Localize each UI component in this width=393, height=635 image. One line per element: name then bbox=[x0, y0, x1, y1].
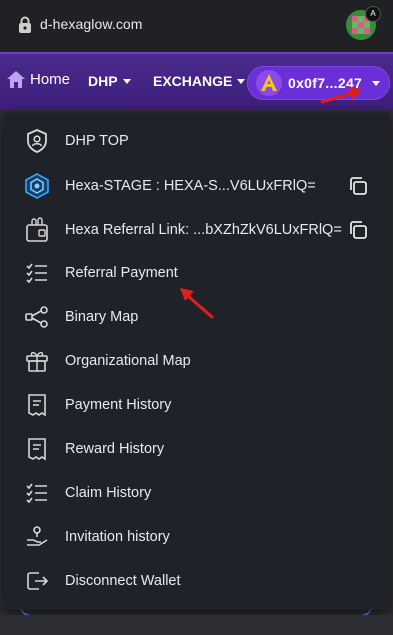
browser-address-bar: d-hexaglow.com A bbox=[0, 0, 393, 52]
menu-item-label: DHP TOP bbox=[65, 133, 129, 149]
share-nodes-icon bbox=[24, 304, 50, 330]
hexagon-stage-icon bbox=[24, 173, 50, 199]
checklist-icon bbox=[24, 260, 50, 286]
copy-icon[interactable] bbox=[347, 219, 369, 241]
menu-item-organizational-map[interactable]: Organizational Map bbox=[4, 341, 390, 381]
menu-item-disconnect-wallet[interactable]: Disconnect Wallet bbox=[4, 561, 390, 601]
hand-coin-icon bbox=[24, 524, 50, 550]
menu-item-label: Organizational Map bbox=[65, 353, 191, 369]
chevron-down-icon bbox=[372, 80, 381, 86]
nav-exchange-dropdown[interactable]: EXCHANGE bbox=[153, 73, 246, 89]
annotation-arrow-icon bbox=[180, 288, 214, 319]
menu-item-payment-history[interactable]: Payment History bbox=[4, 385, 390, 425]
avatar-badge: A bbox=[365, 6, 381, 22]
nav-home-label: Home bbox=[30, 71, 71, 88]
referral-link-icon bbox=[24, 217, 50, 243]
page-background-strip bbox=[0, 615, 393, 635]
nav-dhp-label: DHP bbox=[88, 73, 118, 89]
avatar[interactable]: A bbox=[346, 6, 381, 40]
menu-item-label: Invitation history bbox=[65, 529, 170, 545]
logout-icon bbox=[24, 568, 50, 594]
menu-item-reward-history[interactable]: Reward History bbox=[4, 429, 390, 469]
menu-item-label: Hexa-STAGE : HEXA-S...V6LUxFRlQ= bbox=[65, 178, 316, 194]
gift-box-icon bbox=[24, 348, 50, 374]
menu-item-referral-link[interactable]: Hexa Referral Link: ...bXZhZkV6LUxFRlQ= bbox=[4, 210, 390, 250]
menu-item-label: Disconnect Wallet bbox=[65, 573, 181, 589]
receipt-icon bbox=[24, 392, 50, 418]
annotation-arrow-icon bbox=[320, 86, 362, 104]
menu-item-label: Payment History bbox=[65, 397, 172, 413]
menu-item-hexa-stage[interactable]: Hexa-STAGE : HEXA-S...V6LUxFRlQ= bbox=[4, 166, 390, 206]
checklist-icon bbox=[24, 480, 50, 506]
url-text[interactable]: d-hexaglow.com bbox=[40, 16, 143, 32]
wallet-token-icon bbox=[256, 70, 282, 96]
nav-home-link[interactable]: Home bbox=[6, 70, 70, 89]
menu-item-label: Referral Payment bbox=[65, 265, 178, 281]
chevron-down-icon bbox=[237, 78, 246, 84]
menu-item-invitation-history[interactable]: Invitation history bbox=[4, 517, 390, 557]
menu-item-claim-history[interactable]: Claim History bbox=[4, 473, 390, 513]
home-icon bbox=[7, 71, 25, 88]
menu-item-label: Hexa Referral Link: ...bXZhZkV6LUxFRlQ= bbox=[65, 222, 342, 238]
menu-item-label: Binary Map bbox=[65, 309, 139, 325]
menu-item-dhp-top[interactable]: DHP TOP bbox=[4, 121, 390, 161]
copy-icon[interactable] bbox=[347, 175, 369, 197]
lock-icon bbox=[19, 16, 31, 33]
wallet-dropdown-menu: DHP TOP Hexa-STAGE : HEXA-S...V6LUxFRlQ=… bbox=[4, 113, 390, 610]
menu-item-label: Claim History bbox=[65, 485, 152, 501]
chevron-down-icon bbox=[122, 78, 131, 84]
shield-user-icon bbox=[24, 128, 50, 154]
menu-item-label: Reward History bbox=[65, 441, 165, 457]
nav-dhp-dropdown[interactable]: DHP bbox=[88, 73, 131, 89]
nav-exchange-label: EXCHANGE bbox=[153, 73, 233, 89]
receipt-icon bbox=[24, 436, 50, 462]
